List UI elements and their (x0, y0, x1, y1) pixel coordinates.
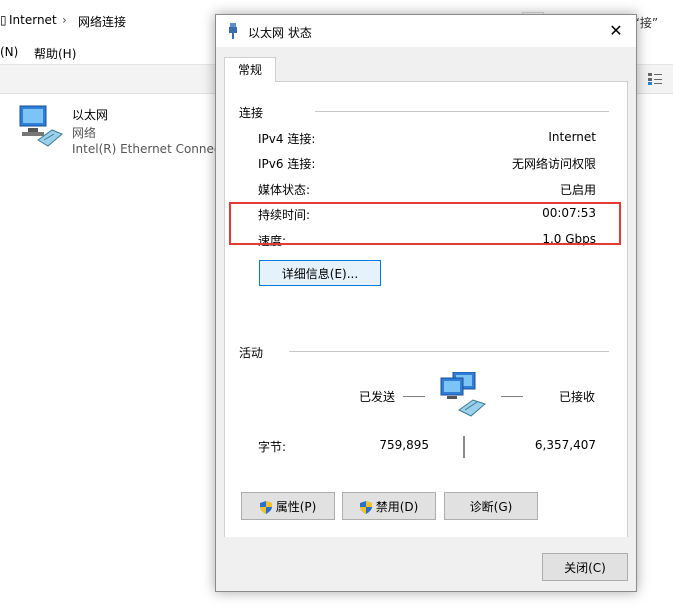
ethernet-plug-icon (229, 23, 237, 39)
details-button[interactable]: 详细信息(E)... (259, 260, 381, 286)
received-dash (501, 396, 523, 397)
sent-dash (403, 396, 425, 397)
view-options-icon[interactable] (648, 73, 662, 85)
ipv4-label: IPv4 连接: (258, 132, 316, 146)
tab-general[interactable]: 常规 (224, 57, 276, 82)
adapter-device: Intel(R) Ethernet Connect (72, 142, 226, 156)
bytes-divider (463, 436, 465, 458)
general-panel: 连接 IPv4 连接: Internet IPv6 连接: 无网络访问权限 媒体… (224, 81, 628, 539)
disable-label: 禁用(D) (375, 500, 419, 514)
media-state-value: 已启用 (559, 183, 596, 197)
adapter-status: 网络 (72, 126, 97, 140)
shield-icon (359, 501, 372, 514)
breadcrumb-network-connections[interactable]: 网络连接 (78, 13, 126, 30)
network-activity-icon (440, 372, 486, 417)
ipv4-value: Internet (548, 130, 596, 144)
properties-button[interactable]: 属性(P) (241, 492, 335, 520)
close-icon[interactable]: ✕ (606, 21, 626, 41)
search-text[interactable]: ‘接” (636, 14, 658, 31)
ethernet-status-dialog: 以太网 状态 ✕ 常规 连接 IPv4 连接: Internet IPv6 连接… (215, 14, 637, 592)
activity-divider (289, 351, 609, 352)
connection-divider (315, 111, 609, 112)
bytes-sent: 759,895 (379, 438, 429, 452)
breadcrumb-internet[interactable]: Internet (9, 13, 57, 27)
bytes-label: 字节: (258, 440, 287, 454)
breadcrumb-icon: ▯ (0, 13, 7, 27)
properties-label: 属性(P) (275, 500, 317, 514)
connection-header: 连接 (239, 106, 264, 120)
menu-item-help[interactable]: 帮助(H) (34, 45, 76, 62)
adapter-name[interactable]: 以太网 (72, 106, 108, 123)
close-button[interactable]: 关闭(C) (542, 553, 628, 581)
bytes-received: 6,357,407 (534, 438, 596, 452)
diagnose-button[interactable]: 诊断(G) (444, 492, 538, 520)
dialog-titlebar[interactable]: 以太网 状态 ✕ (216, 15, 636, 47)
ipv6-label: IPv6 连接: (258, 157, 316, 171)
dialog-footer: 关闭(C) (216, 537, 636, 591)
breadcrumb-chevron-icon: › (62, 13, 67, 27)
received-label: 已接收 (559, 390, 596, 404)
shield-icon (259, 501, 272, 514)
speed-highlight-box (229, 202, 621, 245)
menu-item-n[interactable]: (N) (0, 45, 18, 59)
sent-label: 已发送 (359, 390, 396, 404)
dialog-title: 以太网 状态 (248, 26, 312, 40)
media-state-label: 媒体状态: (258, 183, 311, 197)
disable-button[interactable]: 禁用(D) (342, 492, 436, 520)
ipv6-value: 无网络访问权限 (511, 157, 596, 171)
activity-header: 活动 (239, 346, 264, 360)
network-adapter-icon[interactable] (18, 104, 66, 150)
